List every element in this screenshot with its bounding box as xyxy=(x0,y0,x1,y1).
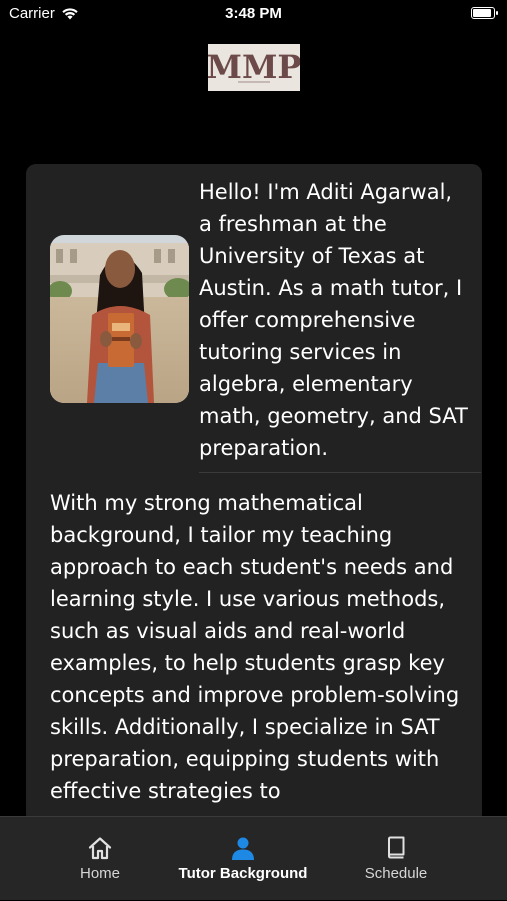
battery-icon xyxy=(471,7,498,19)
battery-level xyxy=(473,9,491,17)
status-time: 3:48 PM xyxy=(225,5,282,22)
tab-tutor-background-label: Tutor Background xyxy=(178,865,308,882)
tutor-profile-card: Hello! I'm Aditi Agarwal, a freshman at … xyxy=(26,164,482,824)
tutor-photo xyxy=(50,235,189,403)
app-logo: MMP xyxy=(208,44,300,91)
tab-schedule[interactable]: Schedule xyxy=(326,817,466,901)
tab-bar: Home Tutor Background Schedule xyxy=(0,816,507,900)
tutor-intro-text: Hello! I'm Aditi Agarwal, a freshman at … xyxy=(199,180,468,460)
logo-text: MMP xyxy=(208,48,300,86)
book-icon xyxy=(388,836,405,859)
person-icon xyxy=(232,837,254,860)
home-icon xyxy=(88,837,112,860)
tab-home-label: Home xyxy=(79,865,120,882)
tab-home[interactable]: Home xyxy=(30,817,170,901)
tutor-background-text: With my strong mathematical background, … xyxy=(50,491,460,803)
tab-tutor-background[interactable]: Tutor Background xyxy=(173,817,313,901)
tab-schedule-label: Schedule xyxy=(364,865,428,882)
section-divider xyxy=(199,472,481,473)
status-bar: Carrier 3:48 PM xyxy=(0,0,507,30)
